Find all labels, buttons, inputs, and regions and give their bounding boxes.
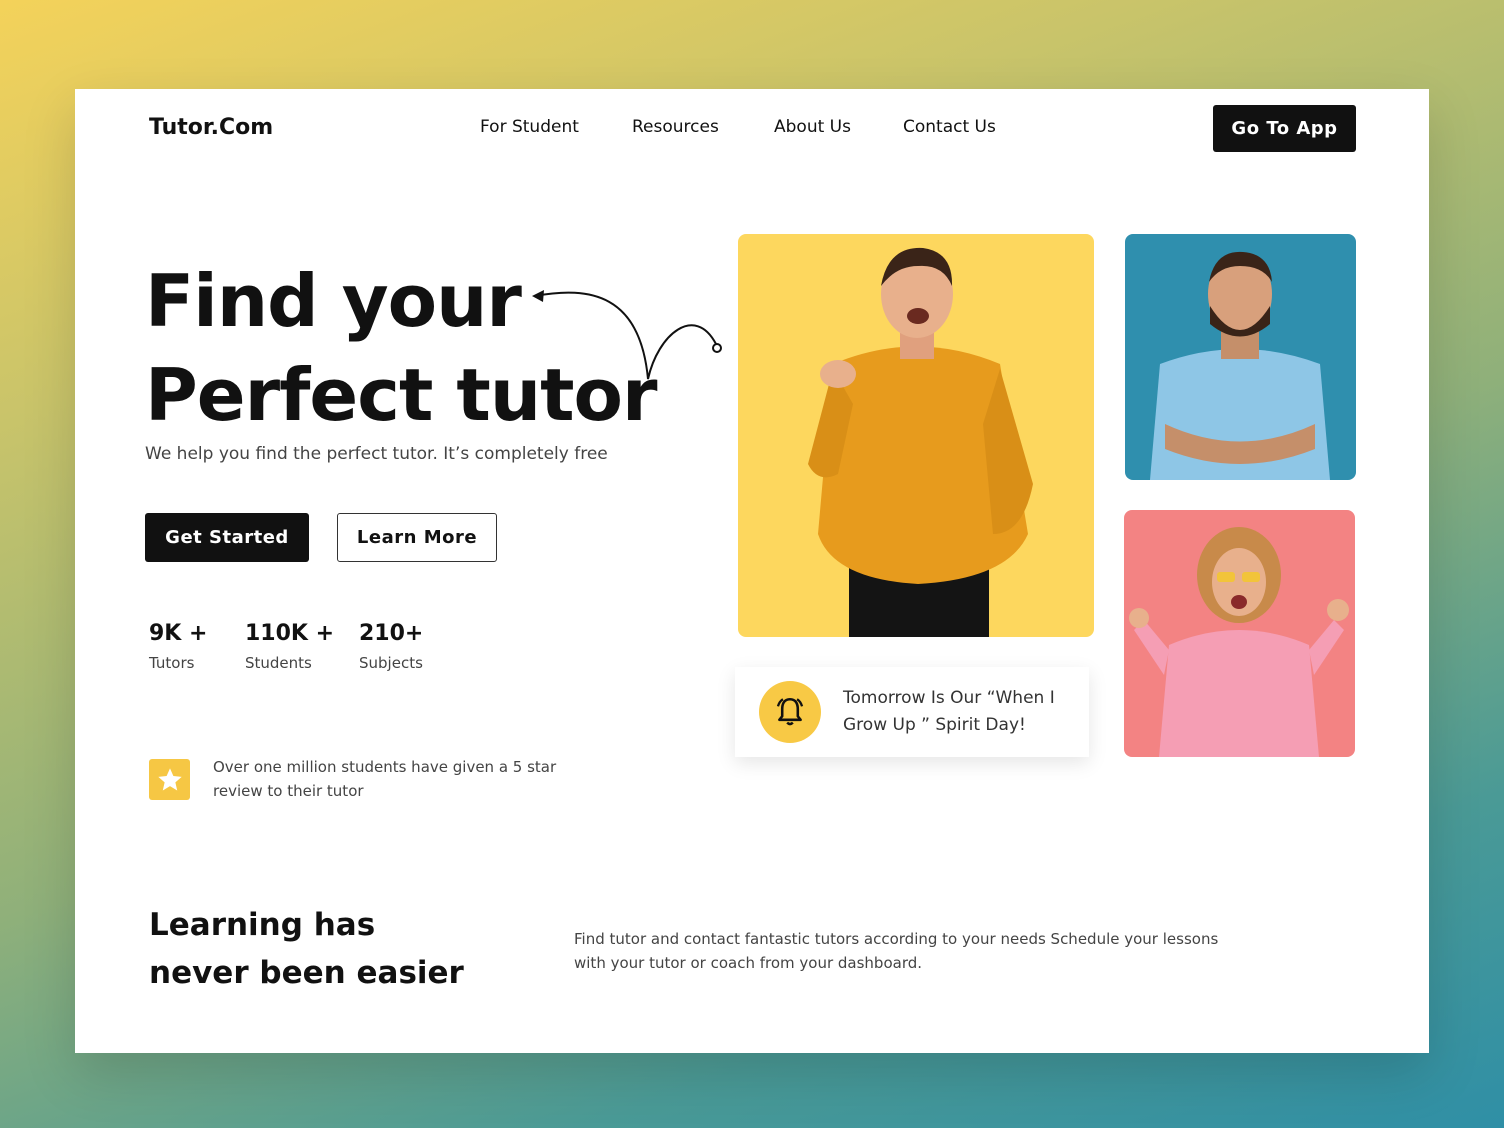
review-text: Over one million students have given a 5… <box>213 758 557 800</box>
stat-value: 210+ <box>359 621 424 646</box>
nav-resources[interactable]: Resources <box>632 117 719 137</box>
star-icon <box>157 767 182 790</box>
bell-icon <box>776 697 804 726</box>
go-to-app-button[interactable]: Go To App <box>1213 105 1356 152</box>
nav-about-us[interactable]: About Us <box>774 117 851 137</box>
nav-contact-us[interactable]: Contact Us <box>903 117 996 137</box>
section-description: Find tutor and contact fantastic tutors … <box>574 930 1219 972</box>
notification-card[interactable]: Tomorrow Is Our “When I Grow Up ” Spirit… <box>735 667 1089 757</box>
landing-page-frame: Tutor.Com For Student Resources About Us… <box>75 89 1429 1053</box>
get-started-button[interactable]: Get Started <box>145 513 309 562</box>
stat-students: 110K + Students <box>245 621 334 672</box>
curved-arrow-icon <box>532 290 722 380</box>
stat-value: 110K + <box>245 621 335 646</box>
notification-text: Tomorrow Is Our “When I Grow Up ” Spirit… <box>843 688 1055 735</box>
tutor-photo-yellow[interactable] <box>738 234 1094 637</box>
bell-badge <box>759 681 821 743</box>
stat-label: Tutors <box>149 654 195 672</box>
section-title: Learning has never been easier <box>149 901 464 997</box>
tutor-photo-blue[interactable] <box>1125 234 1356 480</box>
person-illustration <box>808 247 1033 637</box>
stat-tutors: 9K + Tutors <box>149 621 207 672</box>
tutor-photo-pink[interactable] <box>1124 510 1355 757</box>
section-title-line1: Learning has <box>149 907 376 943</box>
stat-label: Subjects <box>359 654 423 672</box>
site-logo[interactable]: Tutor.Com <box>149 115 273 140</box>
nav-for-student[interactable]: For Student <box>480 117 579 137</box>
stat-label: Students <box>245 654 312 672</box>
person-illustration <box>1129 527 1349 757</box>
person-illustration <box>1150 251 1330 480</box>
stat-subjects: 210+ Subjects <box>359 621 423 672</box>
hero-subtitle: We help you find the perfect tutor. It’s… <box>145 444 608 464</box>
stat-value: 9K + <box>149 621 208 646</box>
section-title-line2: never been easier <box>149 955 464 991</box>
star-badge <box>149 759 190 800</box>
learn-more-button[interactable]: Learn More <box>337 513 497 562</box>
